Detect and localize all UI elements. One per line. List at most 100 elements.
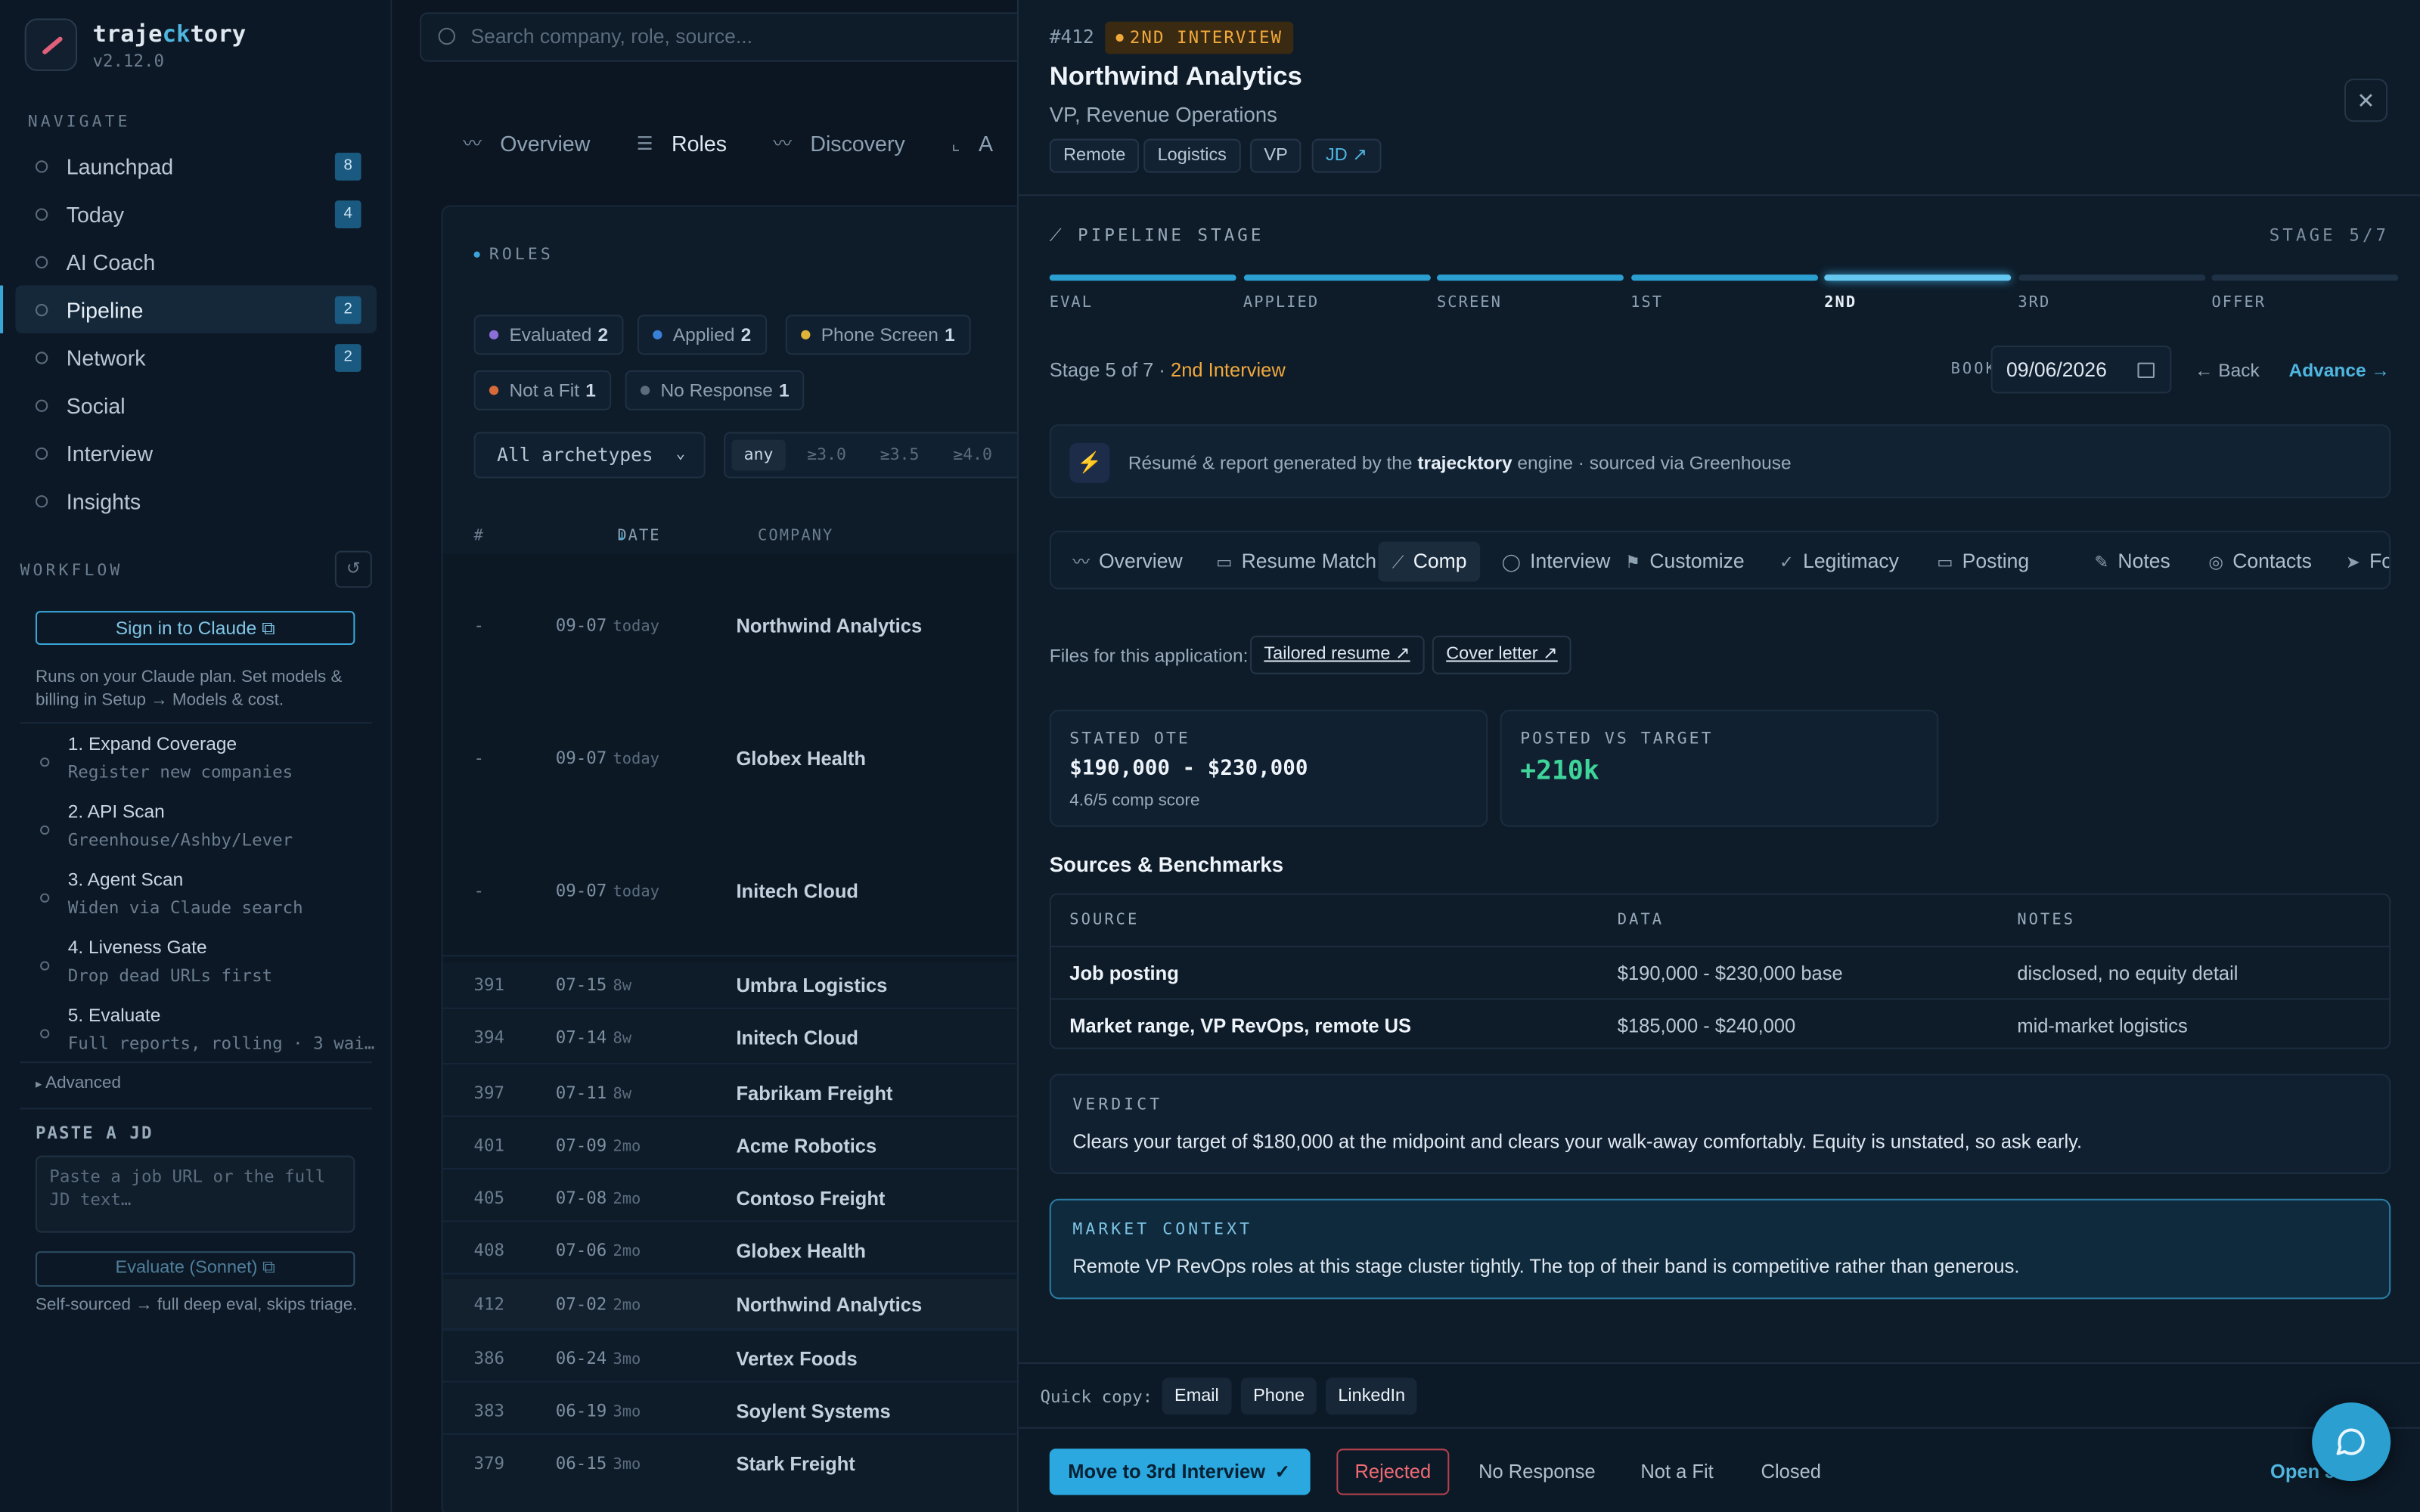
workflow-step[interactable]: 5. Evaluate Full reports, rolling · 3 wai… [37,1005,377,1054]
stage-segment[interactable] [1049,274,1236,281]
tailored-resume-link[interactable]: Tailored resume ↗ [1250,635,1424,674]
tab-overview[interactable]: 〰 Overview [1072,541,1182,581]
chevron-right-icon: ▸ [35,1077,42,1091]
workflow-step[interactable]: 1. Expand Coverage Register new companies [37,733,377,782]
tab-roles[interactable]: ☰ Roles [637,129,728,156]
tab-analytics[interactable]: ⌞ A [951,129,993,156]
no-response-button[interactable]: No Response [1478,1461,1596,1483]
not-a-fit-button[interactable]: Not a Fit [1640,1461,1713,1483]
cover-letter-link[interactable]: Cover letter ↗ [1432,635,1572,674]
stage-label[interactable]: 1ST [1630,295,1663,311]
col-id[interactable]: # [474,528,485,544]
stage-segment[interactable] [1436,274,1624,281]
filter-chip[interactable]: Applied 2 [637,314,767,355]
stage-segment[interactable] [2018,274,2205,281]
advanced-toggle[interactable]: ▸ Advanced [36,1074,121,1092]
table-row[interactable]: 391 07-15 8w Umbra Logistics [474,975,1061,1027]
table-row[interactable]: - 09-07 today Globex Health [474,748,1061,801]
move-stage-button[interactable]: Move to 3rd Interview ✓ [1049,1448,1311,1495]
tab-notes[interactable]: ✎ Notes [2094,541,2170,581]
chat-button[interactable] [2312,1402,2391,1482]
score-filter-option[interactable]: ≥3.0 [795,440,858,471]
table-row[interactable]: 401 07-09 2mo Acme Robotics [474,1136,1061,1188]
sidebar-item-pipeline[interactable]: Pipeline 2 [0,285,377,333]
nav-section-label: NAVIGATE [27,112,131,132]
table-row[interactable]: 379 06-15 3mo Stark Freight [474,1453,1061,1505]
table-row[interactable]: 394 07-14 8w Initech Cloud [474,1027,1061,1080]
table-row[interactable]: 412 07-02 2mo Northwind Analytics [442,1278,1061,1332]
sidebar-item-social[interactable]: Social [15,381,377,429]
table-row[interactable]: - 09-07 today Initech Cloud [474,881,1061,933]
sidebar-item-network[interactable]: Network 2 [15,333,377,381]
sidebar-item-insights[interactable]: Insights [15,477,377,525]
row-date: 06-15 3mo [556,1453,641,1473]
tab-comp[interactable]: ⟋ Comp [1378,541,1481,582]
row-age: 8w [613,1030,632,1048]
copy-email-button[interactable]: Email [1162,1377,1232,1415]
sidebar-item-ai-coach[interactable]: AI Coach [15,237,377,285]
tab-overview[interactable]: 〰 Overview [463,129,590,156]
stage-label[interactable]: 3RD [2018,295,2050,311]
sidebar-item-interview[interactable]: Interview [15,429,377,476]
workflow-step[interactable]: 3. Agent Scan Widen via Claude search [37,869,377,918]
advance-button[interactable]: Advance → [2289,360,2390,382]
booked-date-input[interactable]: 09/06/2026 [1990,345,2172,394]
action-bar: Move to 3rd Interview ✓ Rejected No Respo… [1018,1427,2420,1512]
filter-chip[interactable]: No Response 1 [625,370,805,411]
tab-resume-match[interactable]: ▭ Resume Match [1216,541,1376,581]
stage-segment[interactable] [1630,274,1818,281]
copy-linkedin-button[interactable]: LinkedIn [1326,1377,1418,1415]
search-input[interactable]: Search company, role, source... [420,12,1069,62]
jd-link[interactable]: JD ↗ [1311,138,1382,173]
tab-fo[interactable]: ➤ Fo [2346,541,2389,581]
paste-jd-input[interactable]: Paste a job URL or the full JD text… [35,1155,355,1233]
score-filter-option[interactable]: any [731,439,786,471]
workflow-step[interactable]: 2. API Scan Greenhouse/Ashby/Lever [37,801,377,850]
comp-score: 4.6/5 comp score [1069,791,1200,810]
filter-chip[interactable]: Not a Fit 1 [473,370,612,411]
stage-label[interactable]: EVAL [1050,295,1093,311]
tab-contacts[interactable]: ◎ Contacts [2208,541,2312,581]
archetype-select[interactable]: All archetypes ⌄ [473,432,706,479]
score-filter-option[interactable]: ≥4.0 [941,440,1004,471]
refresh-icon[interactable]: ↺ [334,550,372,588]
closed-button[interactable]: Closed [1761,1461,1821,1483]
stage-segment[interactable] [1243,274,1430,281]
tab-interview[interactable]: ◯ Interview [1502,541,1611,581]
stage-label[interactable]: OFFER [2211,295,2266,311]
filter-chip[interactable]: Phone Screen 1 [785,314,971,355]
table-row[interactable]: 405 07-08 2mo Contoso Freight [474,1188,1061,1240]
check-icon: ✓ [1779,553,1794,573]
row-id: 405 [473,1188,505,1208]
external-link-icon: ⧉ [262,617,275,639]
table-row[interactable]: 386 06-24 3mo Vertex Foods [474,1349,1061,1401]
stage-label[interactable]: APPLIED [1243,295,1319,311]
stage-label[interactable]: 2ND [1824,295,1857,311]
stage-label[interactable]: SCREEN [1437,295,1502,311]
sidebar-item-launchpad[interactable]: Launchpad 8 [15,142,377,190]
verdict-box: VERDICT Clears your target of $180,000 a… [1049,1074,2391,1175]
copy-phone-button[interactable]: Phone [1240,1377,1317,1415]
tab-discovery[interactable]: 〰 Discovery [773,129,904,156]
list-icon: ☰ [636,132,653,154]
table-row[interactable]: - 09-07 today Northwind Analytics [474,615,1061,668]
stage-segment[interactable] [1824,274,2012,281]
sign-in-button[interactable]: Sign in to Claude ⧉ [35,611,355,646]
back-button[interactable]: ← Back [2195,360,2260,382]
table-row[interactable]: 397 07-11 8w Fabrikam Freight [474,1083,1061,1136]
score-filter-option[interactable]: ≥3.5 [867,440,931,471]
stage-segment[interactable] [2211,274,2399,281]
rejected-button[interactable]: Rejected [1336,1448,1450,1495]
tab-posting[interactable]: ▭ Posting [1937,541,2029,581]
tab-legitimacy[interactable]: ✓ Legitimacy [1779,541,1899,581]
tab-customize[interactable]: ⚑ Customize [1625,541,1745,581]
brand[interactable]: trajecktory v2.12.0 [24,18,246,71]
workflow-step[interactable]: 4. Liveness Gate Drop dead URLs first [37,937,377,986]
row-divider [442,1380,1061,1383]
sidebar-item-today[interactable]: Today 4 [15,190,377,237]
col-company[interactable]: COMPANY [758,528,833,544]
filter-chip[interactable]: Evaluated 2 [473,314,624,355]
close-icon[interactable]: ✕ [2344,79,2388,122]
table-row[interactable]: 383 06-19 3mo Soylent Systems [474,1401,1061,1453]
evaluate-button[interactable]: Evaluate (Sonnet) ⧉ [35,1251,355,1287]
